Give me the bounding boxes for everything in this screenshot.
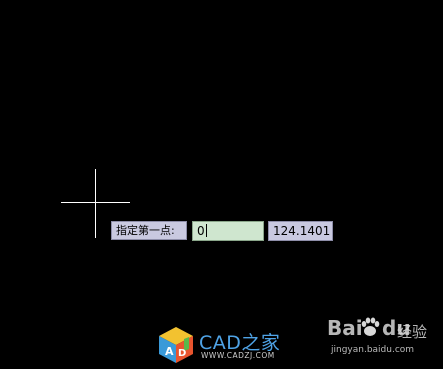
cube-logo-icon: A D xyxy=(159,327,193,363)
baidu-watermark-url: jingyan.baidu.com xyxy=(331,345,415,355)
svg-text:D: D xyxy=(178,348,186,359)
baidu-watermark-suffix: 经验 xyxy=(397,323,428,341)
crosshair-icon xyxy=(92,199,98,205)
paw-logo-icon xyxy=(361,317,380,336)
cad-watermark-url: WWW.CADZJ.COM xyxy=(201,351,275,360)
svg-text:A: A xyxy=(165,345,174,358)
dynamic-input-prompt: 指定第一点: xyxy=(111,221,187,240)
x-coordinate-input[interactable]: 0 xyxy=(192,221,264,241)
drawing-area[interactable]: 指定第一点: 0 124.1401 A D CAD之家 WWW.CADZJ.CO… xyxy=(0,0,443,369)
y-coordinate-input[interactable]: 124.1401 xyxy=(268,221,333,241)
text-caret xyxy=(205,224,207,237)
baidu-watermark-left: Bai xyxy=(327,316,363,340)
x-coordinate-value: 0 xyxy=(197,224,205,238)
